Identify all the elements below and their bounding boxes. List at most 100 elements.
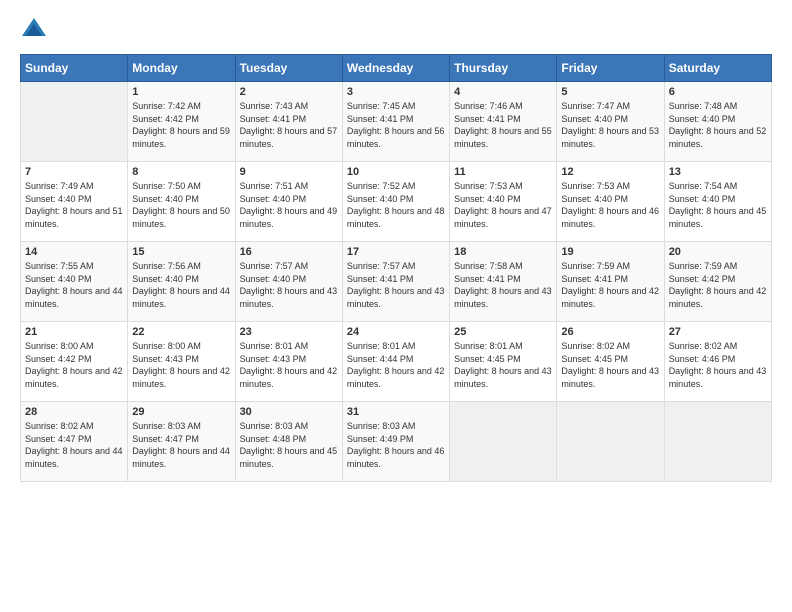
main-container: SundayMondayTuesdayWednesdayThursdayFrid…: [0, 0, 792, 492]
calendar-cell: 25 Sunrise: 8:01 AMSunset: 4:45 PMDayligh…: [450, 322, 557, 402]
calendar-cell: 31 Sunrise: 8:03 AMSunset: 4:49 PMDayligh…: [342, 402, 449, 482]
day-info: Sunrise: 7:51 AMSunset: 4:40 PMDaylight:…: [240, 181, 338, 229]
day-number: 11: [454, 166, 552, 178]
day-info: Sunrise: 8:03 AMSunset: 4:49 PMDaylight:…: [347, 421, 445, 469]
day-number: 25: [454, 326, 552, 338]
calendar-cell: 20Sunrise: 7:59 AMSunset: 4:42 PMDayligh…: [664, 242, 771, 322]
week-row-5: 28 Sunrise: 8:02 AMSunset: 4:47 PMDayligh…: [21, 402, 772, 482]
day-number: 30: [240, 406, 338, 418]
day-info: Sunrise: 7:50 AMSunset: 4:40 PMDaylight:…: [132, 181, 230, 229]
day-info: Sunrise: 7:59 AMSunset: 4:41 PMDaylight:…: [561, 261, 659, 309]
week-row-2: 7 Sunrise: 7:49 AMSunset: 4:40 PMDaylight…: [21, 162, 772, 242]
day-number: 2: [240, 86, 338, 98]
day-info: Sunrise: 8:00 AMSunset: 4:43 PMDaylight:…: [132, 341, 230, 389]
day-info: Sunrise: 7:57 AMSunset: 4:41 PMDaylight:…: [347, 261, 445, 309]
calendar-cell: 2 Sunrise: 7:43 AMSunset: 4:41 PMDaylight…: [235, 82, 342, 162]
calendar-cell: 24 Sunrise: 8:01 AMSunset: 4:44 PMDayligh…: [342, 322, 449, 402]
day-header-thursday: Thursday: [450, 55, 557, 82]
day-number: 22: [132, 326, 230, 338]
day-number: 19: [561, 246, 659, 258]
day-header-friday: Friday: [557, 55, 664, 82]
week-row-3: 14Sunrise: 7:55 AMSunset: 4:40 PMDayligh…: [21, 242, 772, 322]
calendar-cell: 22 Sunrise: 8:00 AMSunset: 4:43 PMDayligh…: [128, 322, 235, 402]
calendar-cell: 4 Sunrise: 7:46 AMSunset: 4:41 PMDaylight…: [450, 82, 557, 162]
day-info: Sunrise: 7:59 AMSunset: 4:42 PMDaylight:…: [669, 261, 767, 309]
calendar-cell: 3 Sunrise: 7:45 AMSunset: 4:41 PMDaylight…: [342, 82, 449, 162]
calendar-cell: 15Sunrise: 7:56 AMSunset: 4:40 PMDayligh…: [128, 242, 235, 322]
day-info: Sunrise: 7:42 AMSunset: 4:42 PMDaylight:…: [132, 101, 230, 149]
calendar-cell: 10Sunrise: 7:52 AMSunset: 4:40 PMDayligh…: [342, 162, 449, 242]
day-info: Sunrise: 7:58 AMSunset: 4:41 PMDaylight:…: [454, 261, 552, 309]
day-info: Sunrise: 8:01 AMSunset: 4:44 PMDaylight:…: [347, 341, 445, 389]
day-number: 18: [454, 246, 552, 258]
day-info: Sunrise: 8:02 AMSunset: 4:46 PMDaylight:…: [669, 341, 767, 389]
day-number: 14: [25, 246, 123, 258]
header-row: SundayMondayTuesdayWednesdayThursdayFrid…: [21, 55, 772, 82]
calendar-cell: 23Sunrise: 8:01 AMSunset: 4:43 PMDayligh…: [235, 322, 342, 402]
calendar-cell: 28 Sunrise: 8:02 AMSunset: 4:47 PMDayligh…: [21, 402, 128, 482]
day-number: 21: [25, 326, 123, 338]
day-info: Sunrise: 7:49 AMSunset: 4:40 PMDaylight:…: [25, 181, 123, 229]
day-info: Sunrise: 8:01 AMSunset: 4:43 PMDaylight:…: [240, 341, 338, 389]
calendar-cell: 13 Sunrise: 7:54 AMSunset: 4:40 PMDayligh…: [664, 162, 771, 242]
header: [20, 16, 772, 44]
day-number: 5: [561, 86, 659, 98]
calendar-cell: 5 Sunrise: 7:47 AMSunset: 4:40 PMDaylight…: [557, 82, 664, 162]
day-info: Sunrise: 8:03 AMSunset: 4:47 PMDaylight:…: [132, 421, 230, 469]
day-info: Sunrise: 7:57 AMSunset: 4:40 PMDaylight:…: [240, 261, 338, 309]
calendar-cell: 19 Sunrise: 7:59 AMSunset: 4:41 PMDayligh…: [557, 242, 664, 322]
calendar-cell: 8 Sunrise: 7:50 AMSunset: 4:40 PMDaylight…: [128, 162, 235, 242]
day-number: 31: [347, 406, 445, 418]
day-header-monday: Monday: [128, 55, 235, 82]
day-header-tuesday: Tuesday: [235, 55, 342, 82]
day-number: 1: [132, 86, 230, 98]
day-number: 4: [454, 86, 552, 98]
day-info: Sunrise: 8:03 AMSunset: 4:48 PMDaylight:…: [240, 421, 338, 469]
day-number: 6: [669, 86, 767, 98]
day-number: 26: [561, 326, 659, 338]
day-number: 13: [669, 166, 767, 178]
calendar-cell: 27 Sunrise: 8:02 AMSunset: 4:46 PMDayligh…: [664, 322, 771, 402]
calendar-cell: 11 Sunrise: 7:53 AMSunset: 4:40 PMDayligh…: [450, 162, 557, 242]
day-info: Sunrise: 7:46 AMSunset: 4:41 PMDaylight:…: [454, 101, 552, 149]
day-info: Sunrise: 7:54 AMSunset: 4:40 PMDaylight:…: [669, 181, 767, 229]
day-info: Sunrise: 7:47 AMSunset: 4:40 PMDaylight:…: [561, 101, 659, 149]
day-info: Sunrise: 7:56 AMSunset: 4:40 PMDaylight:…: [132, 261, 230, 309]
day-info: Sunrise: 8:01 AMSunset: 4:45 PMDaylight:…: [454, 341, 552, 389]
day-info: Sunrise: 7:52 AMSunset: 4:40 PMDaylight:…: [347, 181, 445, 229]
day-number: 3: [347, 86, 445, 98]
day-number: 12: [561, 166, 659, 178]
week-row-4: 21 Sunrise: 8:00 AMSunset: 4:42 PMDayligh…: [21, 322, 772, 402]
calendar-cell: 12Sunrise: 7:53 AMSunset: 4:40 PMDayligh…: [557, 162, 664, 242]
calendar-cell: 29Sunrise: 8:03 AMSunset: 4:47 PMDayligh…: [128, 402, 235, 482]
day-info: Sunrise: 7:53 AMSunset: 4:40 PMDaylight:…: [454, 181, 552, 229]
calendar-table: SundayMondayTuesdayWednesdayThursdayFrid…: [20, 54, 772, 482]
day-number: 9: [240, 166, 338, 178]
calendar-cell: 9 Sunrise: 7:51 AMSunset: 4:40 PMDaylight…: [235, 162, 342, 242]
day-info: Sunrise: 7:45 AMSunset: 4:41 PMDaylight:…: [347, 101, 445, 149]
day-header-saturday: Saturday: [664, 55, 771, 82]
day-number: 27: [669, 326, 767, 338]
logo: [20, 16, 50, 44]
day-header-sunday: Sunday: [21, 55, 128, 82]
day-number: 7: [25, 166, 123, 178]
calendar-cell: 26 Sunrise: 8:02 AMSunset: 4:45 PMDayligh…: [557, 322, 664, 402]
calendar-body: 1 Sunrise: 7:42 AMSunset: 4:42 PMDaylight…: [21, 82, 772, 482]
day-number: 17: [347, 246, 445, 258]
day-info: Sunrise: 7:43 AMSunset: 4:41 PMDaylight:…: [240, 101, 338, 149]
calendar-cell: [450, 402, 557, 482]
day-info: Sunrise: 8:02 AMSunset: 4:47 PMDaylight:…: [25, 421, 123, 469]
day-number: 16: [240, 246, 338, 258]
calendar-cell: 14Sunrise: 7:55 AMSunset: 4:40 PMDayligh…: [21, 242, 128, 322]
calendar-cell: 17 Sunrise: 7:57 AMSunset: 4:41 PMDayligh…: [342, 242, 449, 322]
day-number: 8: [132, 166, 230, 178]
day-info: Sunrise: 7:48 AMSunset: 4:40 PMDaylight:…: [669, 101, 767, 149]
week-row-1: 1 Sunrise: 7:42 AMSunset: 4:42 PMDaylight…: [21, 82, 772, 162]
day-number: 28: [25, 406, 123, 418]
day-info: Sunrise: 8:00 AMSunset: 4:42 PMDaylight:…: [25, 341, 123, 389]
day-header-wednesday: Wednesday: [342, 55, 449, 82]
calendar-cell: 1 Sunrise: 7:42 AMSunset: 4:42 PMDaylight…: [128, 82, 235, 162]
day-number: 24: [347, 326, 445, 338]
calendar-header: SundayMondayTuesdayWednesdayThursdayFrid…: [21, 55, 772, 82]
day-info: Sunrise: 8:02 AMSunset: 4:45 PMDaylight:…: [561, 341, 659, 389]
